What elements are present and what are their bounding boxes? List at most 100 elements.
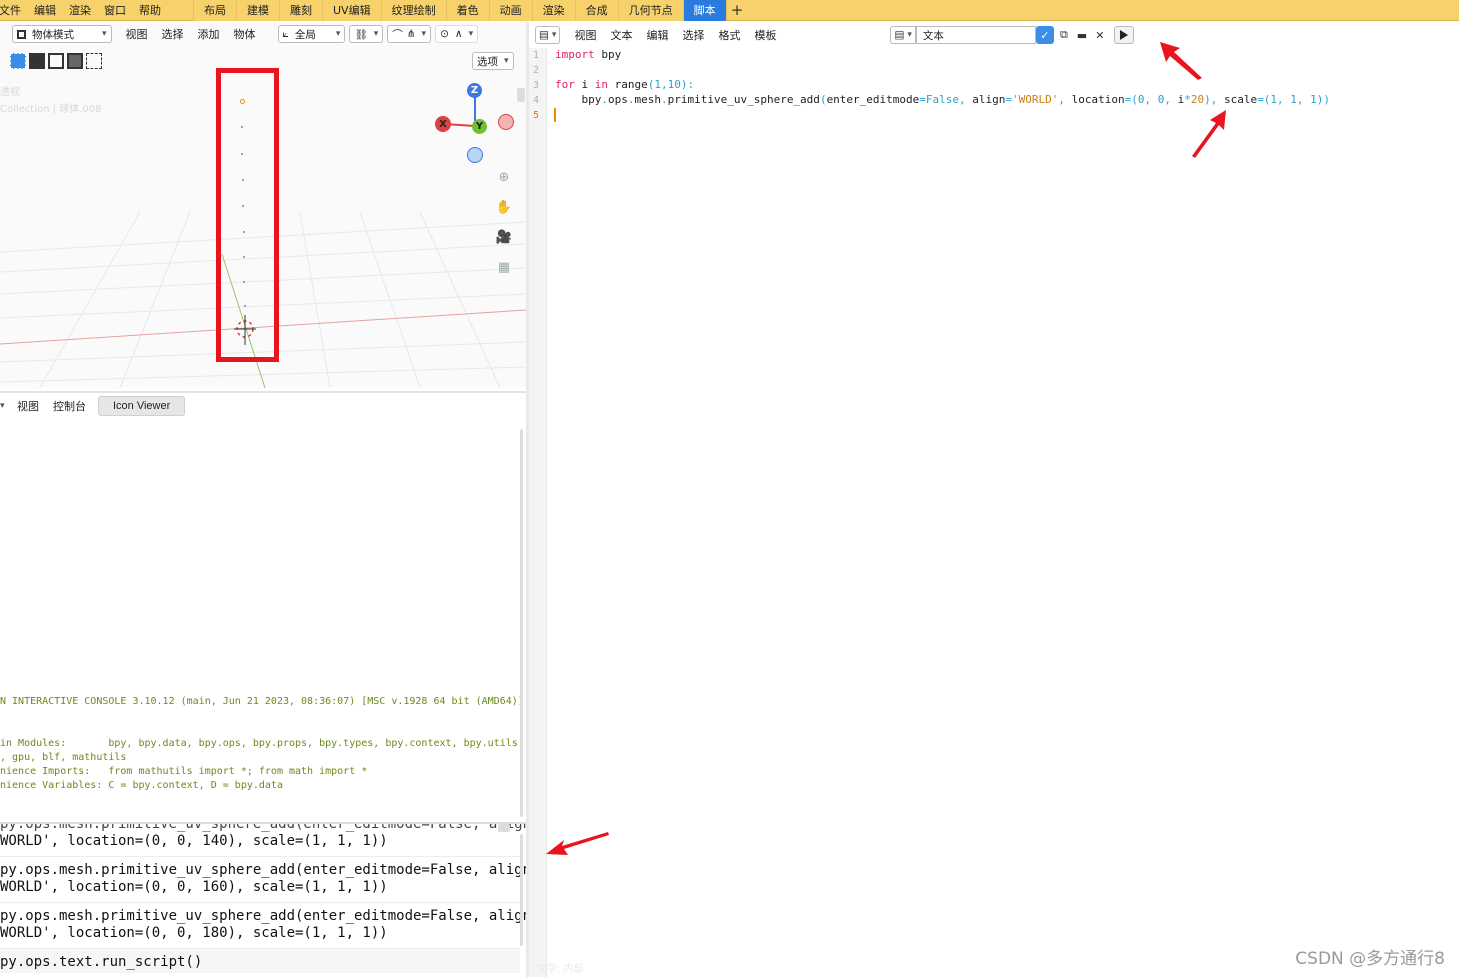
editor-menu-select[interactable]: 选择 [682, 27, 704, 43]
line-number: 2 [533, 65, 540, 76]
duplicate-text-icon[interactable]: ⧉ [1056, 27, 1072, 43]
code-operator: * [1184, 93, 1191, 106]
text-browse-dropdown[interactable]: ▤ ▾ [890, 26, 916, 44]
menu-help[interactable]: 帮助 [139, 2, 168, 18]
menu-window[interactable]: 窗口 [104, 2, 133, 18]
tab-scripting[interactable]: 脚本 [682, 0, 726, 21]
code-number: 20 [1190, 93, 1205, 106]
select-extend-icon[interactable] [29, 53, 45, 69]
add-workspace-button[interactable]: + [725, 0, 748, 21]
code-line-1[interactable]: import bpy [555, 48, 621, 61]
console-output-zoomed: py.ops.mesh.primitive_uv_sphere_add(ente… [0, 822, 526, 977]
editor-menu-view[interactable]: 视图 [574, 27, 596, 43]
sphere-object[interactable] [242, 205, 244, 207]
code-token: scale [1224, 93, 1258, 106]
select-subtract-icon[interactable] [48, 53, 64, 69]
code-line-3[interactable]: for i in range(1,10): [555, 78, 694, 91]
text-name-field[interactable]: 文本 [915, 26, 1036, 44]
editor-menu-format[interactable]: 格式 [718, 27, 740, 43]
text-editor[interactable]: ▤ ▾ 视图 文本 编辑 选择 格式 模板 ▤ ▾ 文本 ✓ ⧉ ▬ ✕ 1 2 3… [529, 22, 1459, 977]
tab-icon-viewer[interactable]: Icon Viewer [98, 396, 186, 416]
tab-geometry-nodes[interactable]: 几何节点 [617, 0, 683, 21]
workspace-tabs: 布局 建模 雕刻 UV编辑 纹理绘制 着色 动画 渲染 合成 几何节点 脚本 + [193, 0, 748, 21]
zoom-icon[interactable]: ⊕ [495, 168, 513, 186]
sphere-object[interactable] [242, 179, 244, 181]
output-separator [0, 856, 520, 857]
sphere-object[interactable] [241, 153, 243, 155]
code-operator: ( [819, 93, 827, 106]
select-new-icon[interactable] [10, 53, 26, 69]
console-menu-console[interactable]: 控制台 [53, 398, 86, 414]
select-intersect-icon[interactable] [86, 53, 102, 69]
tab-uv-editing[interactable]: UV编辑 [322, 0, 381, 21]
fake-user-shield-icon[interactable]: ✓ [1035, 26, 1054, 44]
sphere-object-selected[interactable] [240, 99, 245, 104]
editor-menu-templates[interactable]: 模板 [754, 27, 776, 43]
viewport-menu-view[interactable]: 视图 [126, 26, 148, 42]
gizmo-z-axis[interactable]: Z [467, 83, 482, 98]
tab-compositing[interactable]: 合成 [574, 0, 618, 21]
snap-increment-icon: ⋔ [406, 28, 416, 40]
3d-viewport[interactable]: 物体模式 ▾ 视图 选择 添加 物体 ⟀ 全局 ▾ ⛓ ▾ ⌒ ⋔ ▾ ⊙ ∧ ▾ [0, 22, 526, 388]
close-icon[interactable]: ✕ [1092, 27, 1108, 43]
menu-render[interactable]: 渲染 [69, 2, 98, 18]
gizmo-neg-x-axis[interactable] [498, 114, 514, 130]
viewport-menu-object[interactable]: 物体 [234, 26, 256, 42]
grid-view-icon[interactable]: ▦ [495, 258, 513, 276]
sphere-object[interactable] [243, 256, 245, 258]
gizmo-x-axis[interactable]: X [435, 116, 451, 132]
play-icon [1119, 30, 1128, 40]
console-menu-view[interactable]: 视图 [17, 398, 39, 414]
object-mode-label: 物体模式 [32, 28, 74, 41]
proportional-edit-dropdown[interactable]: ⊙ ∧ ▾ [435, 25, 479, 43]
text-editor-icon: ▤ [539, 29, 549, 41]
sphere-object[interactable] [243, 231, 245, 233]
editor-type-dropdown[interactable]: ▤ ▾ [535, 26, 561, 44]
viewport-menu-select[interactable]: 选择 [162, 26, 184, 42]
tab-rendering[interactable]: 渲染 [531, 0, 575, 21]
tab-animation[interactable]: 动画 [488, 0, 532, 21]
menu-file[interactable]: 文件 [0, 2, 28, 18]
gizmo-y-axis[interactable]: Y [472, 119, 487, 134]
console-scrollbar[interactable] [520, 429, 523, 817]
select-invert-icon[interactable] [67, 53, 83, 69]
transform-orientation-label: 全局 [294, 28, 316, 41]
camera-icon[interactable]: 🎥 [495, 228, 513, 246]
code-operator: . [660, 93, 668, 106]
editor-menu-edit[interactable]: 编辑 [646, 27, 668, 43]
transform-orientation-dropdown[interactable]: ⟀ 全局 ▾ [277, 25, 346, 43]
code-number: 1 [1290, 93, 1297, 106]
snap-dropdown[interactable]: ⌒ ⋔ ▾ [387, 25, 432, 43]
object-mode-dropdown[interactable]: 物体模式 ▾ [12, 25, 112, 43]
code-line-4[interactable]: bpy.ops.mesh.primitive_uv_sphere_add(ent… [555, 93, 1330, 106]
viewport-menu-add[interactable]: 添加 [198, 26, 220, 42]
sphere-object[interactable] [243, 281, 245, 283]
gizmo-neg-z-axis[interactable] [467, 147, 483, 163]
tab-modeling[interactable]: 建模 [236, 0, 279, 21]
code-operator: = [919, 93, 926, 106]
editor-menu-text[interactable]: 文本 [610, 27, 632, 43]
editor-type-icon[interactable]: ▾ [0, 401, 6, 411]
code-keyword: import [555, 48, 595, 61]
code-operator: , [1144, 93, 1158, 106]
open-folder-icon[interactable]: ▬ [1074, 27, 1090, 43]
tab-sculpting[interactable]: 雕刻 [279, 0, 322, 21]
pivot-dropdown[interactable]: ⛓ ▾ [349, 25, 384, 43]
sidebar-toggle[interactable] [517, 88, 525, 102]
code-keyword: for [555, 78, 575, 91]
output-scroll-handle[interactable] [498, 824, 510, 832]
sphere-object[interactable] [241, 126, 243, 128]
menu-edit[interactable]: 编辑 [34, 2, 63, 18]
tab-texture-paint[interactable]: 纹理绘制 [380, 0, 446, 21]
run-script-button[interactable] [1113, 26, 1134, 44]
code-number: 1 [1310, 93, 1317, 106]
viewport-options-dropdown[interactable]: 选项 ▾ [472, 52, 514, 70]
output-line: WORLD', location=(0, 0, 140), scale=(1, … [0, 833, 388, 849]
tab-layout[interactable]: 布局 [193, 0, 236, 21]
sphere-object[interactable] [244, 305, 246, 307]
chevron-down-icon: ▾ [335, 29, 341, 39]
hand-pan-icon[interactable]: ✋ [495, 198, 513, 216]
output-scrollbar[interactable] [520, 834, 523, 946]
tab-shading[interactable]: 着色 [445, 0, 489, 21]
python-console[interactable]: ▾ 视图 控制台 Icon Viewer N INTERACTIVE CONSO… [0, 391, 526, 822]
